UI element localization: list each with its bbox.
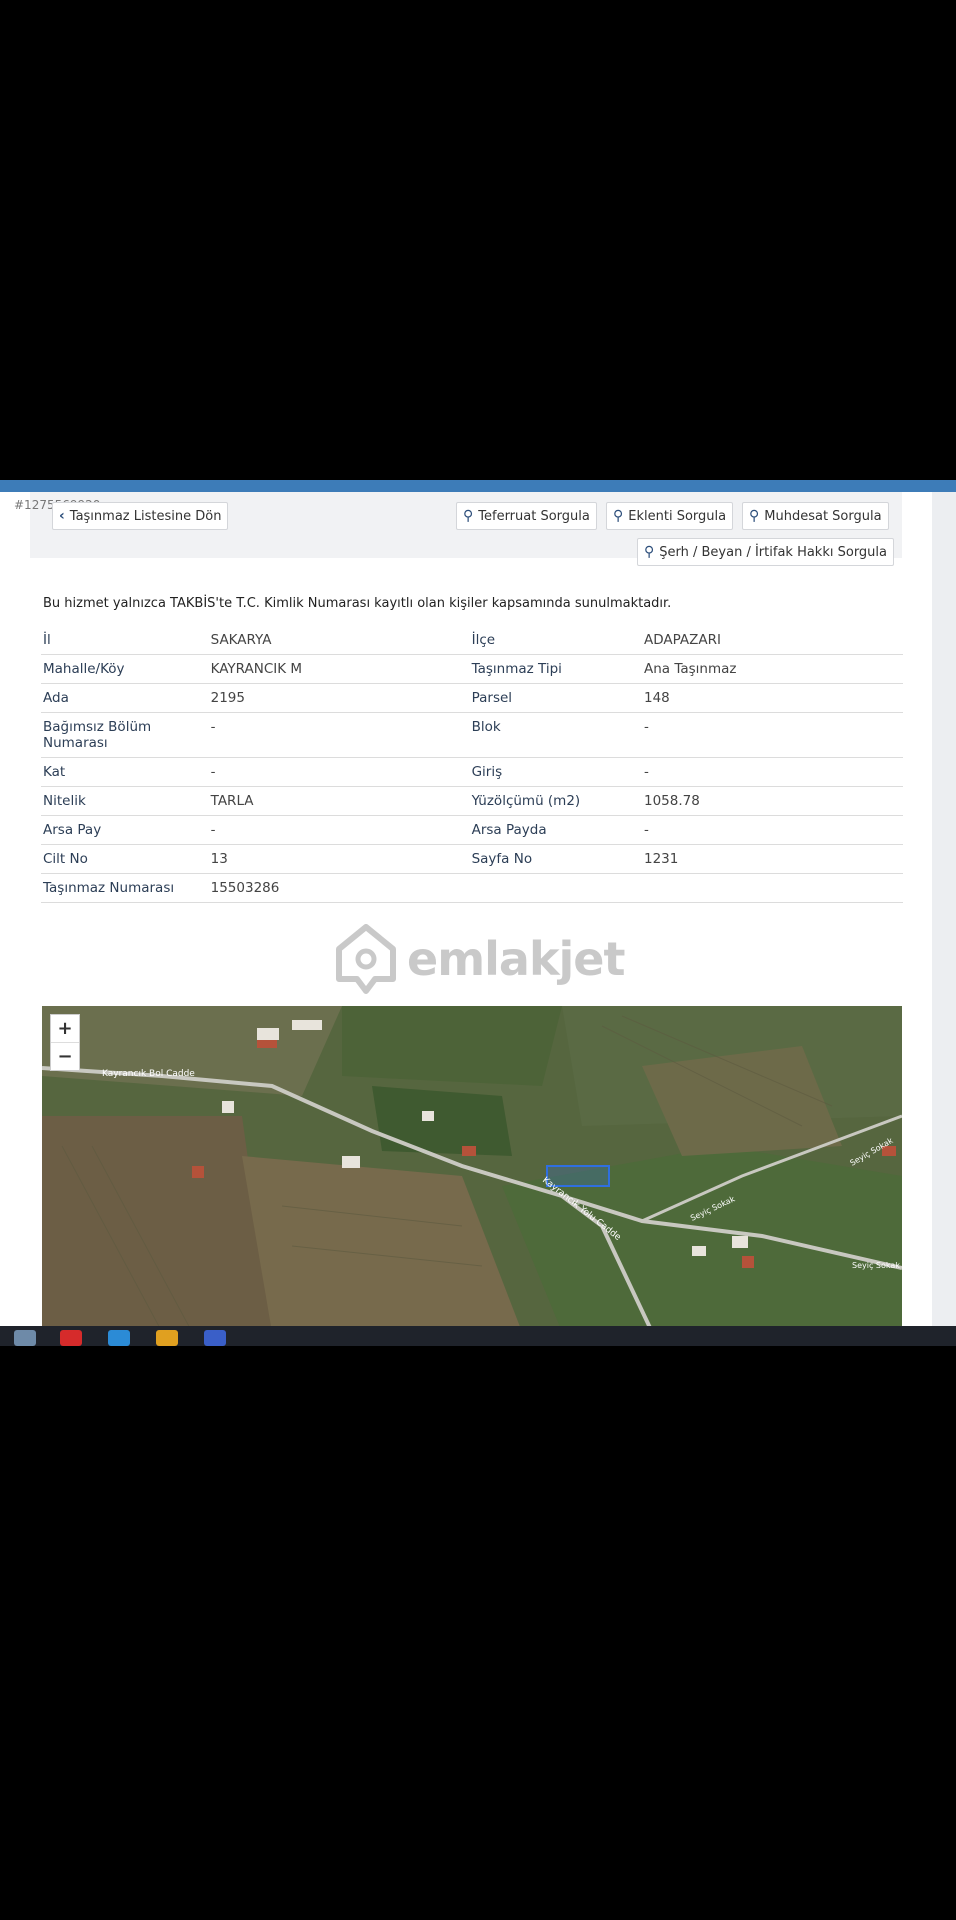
table-row: Kat - Giriş - [41,757,903,787]
table-row: Nitelik TARLA Yüzölçümü (m2) 1058.78 [41,786,903,816]
back-label: Taşınmaz Listesine Dön [69,508,222,524]
field-label: Sayfa No [469,844,642,874]
field-value: 2195 [208,683,470,713]
file-explorer-icon[interactable] [14,1330,36,1346]
field-value: ADAPAZARI [641,626,903,655]
field-value: - [208,757,470,787]
serh-label: Şerh / Beyan / İrtifak Hakkı Sorgula [659,544,888,560]
field-label: Arsa Pay [41,815,209,845]
table-row: Taşınmaz Numarası 15503286 [41,873,903,903]
field-value: - [641,712,903,758]
table-row: Cilt No 13 Sayfa No 1231 [41,844,903,874]
document-icon[interactable] [204,1330,226,1346]
search-icon: ⚲ [644,544,655,560]
field-value: 148 [641,683,903,713]
field-label: Nitelik [41,786,209,816]
chevron-left-icon: ‹ [59,508,65,524]
field-value: 15503286 [208,873,470,903]
watermark-text: emlakjet [407,932,625,986]
field-label: Taşınmaz Numarası [41,873,209,903]
house-pin-icon [336,924,396,994]
teferruat-label: Teferruat Sorgula [478,508,590,524]
table-row: Bağımsız Bölüm Numarası - Blok - [41,712,903,758]
field-label: Giriş [469,757,642,787]
field-label: İl [41,626,209,655]
field-value: - [641,757,903,787]
field-label: Cilt No [41,844,209,874]
parcel-map[interactable]: Kayrancık Bol Cadde Kayrancık Yolu Cadde… [42,1006,902,1332]
field-label: Mahalle/Köy [41,654,209,684]
table-row: Arsa Pay - Arsa Payda - [41,815,903,845]
back-to-list-button[interactable]: ‹ Taşınmaz Listesine Dön [52,502,229,530]
field-label [469,873,642,903]
field-value: 1231 [641,844,903,874]
search-icon: ⚲ [613,508,624,524]
field-label: Yüzölçümü (m2) [469,786,642,816]
teferruat-button[interactable]: ⚲ Teferruat Sorgula [456,502,597,530]
field-label: Kat [41,757,209,787]
field-label: Arsa Payda [469,815,642,845]
field-value: TARLA [208,786,470,816]
field-label: Taşınmaz Tipi [469,654,642,684]
chrome-icon[interactable] [156,1330,178,1346]
zoom-in-button[interactable]: + [51,1015,79,1043]
field-value: SAKARYA [208,626,470,655]
field-value [641,873,903,903]
muhdesat-button[interactable]: ⚲ Muhdesat Sorgula [742,502,889,530]
serh-beyan-button[interactable]: ⚲ Şerh / Beyan / İrtifak Hakkı Sorgula [637,538,895,566]
search-icon: ⚲ [749,508,760,524]
field-value: 13 [208,844,470,874]
field-value: Ana Taşınmaz [641,654,903,684]
field-label: İlçe [469,626,642,655]
twitter-icon[interactable] [108,1330,130,1346]
table-row: Ada 2195 Parsel 148 [41,683,903,713]
eklenti-button[interactable]: ⚲ Eklenti Sorgula [606,502,734,530]
page-side-gutter [932,492,956,1332]
field-label: Parsel [469,683,642,713]
emlakjet-watermark: emlakjet [335,923,625,995]
zoom-out-button[interactable]: − [51,1043,79,1070]
service-notice: Bu hizmet yalnızca TAKBİS'te T.C. Kimlik… [43,596,672,611]
field-label: Bağımsız Bölüm Numarası [41,712,209,758]
field-value: 1058.78 [641,786,903,816]
eklenti-label: Eklenti Sorgula [628,508,727,524]
field-value: - [641,815,903,845]
muhdesat-label: Muhdesat Sorgula [764,508,882,524]
street-label-1: Kayrancık Bol Cadde [102,1069,195,1079]
field-value: - [208,712,470,758]
search-icon: ⚲ [463,508,474,524]
field-value: KAYRANCIK M [208,654,470,684]
table-row: İl SAKARYA İlçe ADAPAZARI [41,626,903,655]
field-label: Blok [469,712,642,758]
field-value: - [208,815,470,845]
os-taskbar [0,1326,956,1346]
street-label-4: Seyiç Sokak [852,1261,900,1270]
map-zoom-control: + − [50,1014,80,1071]
browser-top-bar [0,480,956,492]
table-row: Mahalle/Köy KAYRANCIK M Taşınmaz Tipi Ana T… [41,654,903,684]
screenshot-screen: #1275569920 ‹ Taşınmaz Listesine Dön ⚲ T… [0,480,956,1346]
satellite-imagery: Kayrancık Bol Cadde Kayrancık Yolu Cadde… [42,1006,902,1332]
property-info-table: İl SAKARYA İlçe ADAPAZARI Mahalle/Köy KAYRANC… [41,626,903,903]
field-label: Ada [41,683,209,713]
youtube-icon[interactable] [60,1330,82,1346]
